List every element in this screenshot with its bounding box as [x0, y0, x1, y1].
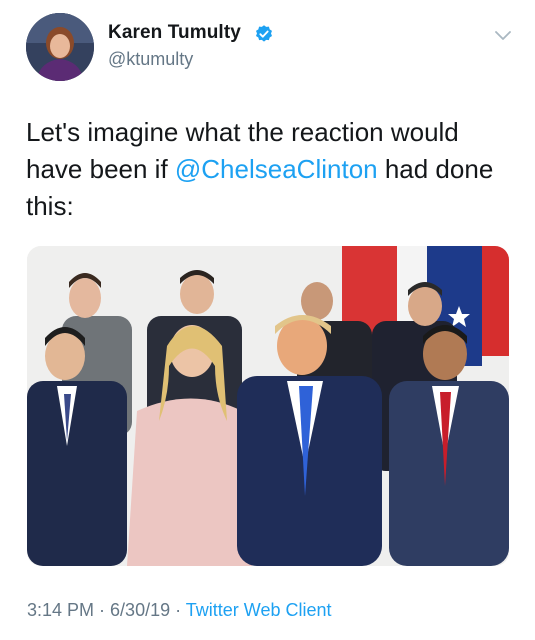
verified-badge-icon: [256, 25, 272, 42]
tweet-photo[interactable]: [27, 246, 509, 566]
tweet-text: Let's imagine what the reaction would ha…: [26, 114, 506, 225]
meta-separator: ·: [170, 600, 186, 620]
author-avatar[interactable]: [26, 13, 94, 81]
tweet-date[interactable]: 6/30/19: [110, 600, 170, 620]
tweet-time[interactable]: 3:14 PM: [27, 600, 94, 620]
meta-separator: ·: [94, 600, 111, 620]
tweet-meta: 3:14 PM · 6/30/19 · Twitter Web Client: [27, 600, 332, 621]
chevron-down-icon[interactable]: [494, 30, 512, 42]
tweet-card: Karen Tumulty @ktumulty Let's imagine wh…: [0, 0, 535, 640]
author-handle[interactable]: @ktumulty: [108, 49, 193, 70]
tweet-source-link[interactable]: Twitter Web Client: [186, 600, 332, 620]
mention-link[interactable]: @ChelseaClinton: [175, 154, 378, 184]
author-display-name[interactable]: Karen Tumulty: [108, 22, 241, 44]
